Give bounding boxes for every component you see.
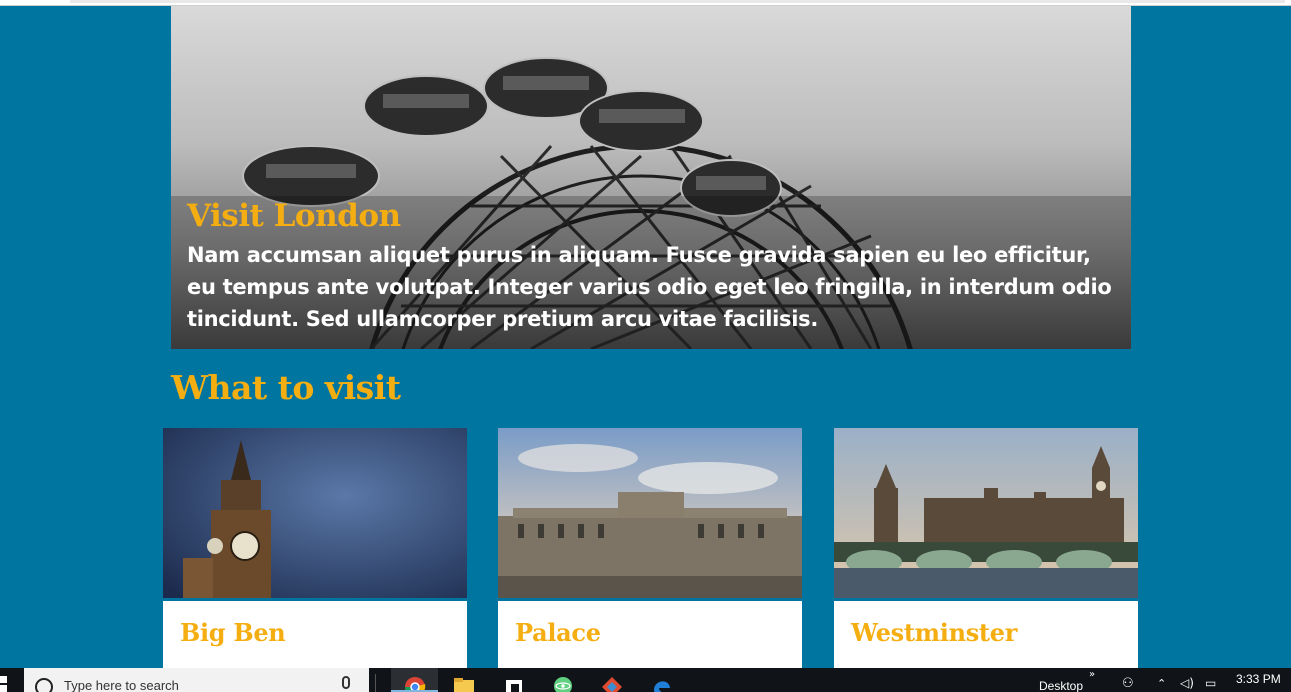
hero-banner: Visit London Nam accumsan aliquet purus … xyxy=(171,6,1131,349)
git-icon xyxy=(602,677,622,692)
big-ben-image xyxy=(163,428,467,598)
card-title[interactable]: Big Ben xyxy=(180,618,286,647)
card-palace[interactable]: Palace xyxy=(498,428,802,668)
microphone-icon[interactable] xyxy=(342,676,350,689)
chevron-right-double-icon[interactable]: » xyxy=(1089,669,1095,680)
westminster-image xyxy=(834,428,1138,598)
file-explorer-icon xyxy=(454,678,474,692)
volume-icon[interactable]: ◁) xyxy=(1180,676,1194,690)
card-westminster[interactable]: Westminster xyxy=(834,428,1138,668)
card-big-ben[interactable]: Big Ben xyxy=(163,428,467,668)
taskbar-search[interactable]: Type here to search xyxy=(24,668,369,692)
chrome-icon xyxy=(405,677,426,692)
start-button[interactable] xyxy=(0,668,24,692)
card-title[interactable]: Palace xyxy=(515,618,601,647)
taskbar-divider xyxy=(375,674,376,692)
taskbar: Type here to search Desktop » ⚇ ⌃ ◁) ▭ 3… xyxy=(0,668,1291,692)
git-app[interactable] xyxy=(588,668,635,692)
edge-app[interactable] xyxy=(638,668,685,692)
app-window[interactable] xyxy=(490,668,537,692)
app-icon xyxy=(506,680,522,692)
network-icon[interactable]: ▭ xyxy=(1205,676,1216,690)
clock[interactable]: 3:33 PM xyxy=(1236,672,1281,686)
card-title[interactable]: Westminster xyxy=(851,618,1017,647)
atom-icon xyxy=(554,677,572,692)
section-title: What to visit xyxy=(171,368,401,407)
people-icon[interactable]: ⚇ xyxy=(1122,676,1134,691)
search-placeholder: Type here to search xyxy=(64,678,179,692)
search-icon xyxy=(35,678,53,692)
edge-icon xyxy=(654,681,670,692)
hero-description: Nam accumsan aliquet purus in aliquam. F… xyxy=(187,243,1112,331)
hero-title: Visit London xyxy=(187,198,401,234)
palace-image xyxy=(498,428,802,598)
chevron-up-icon[interactable]: ⌃ xyxy=(1157,677,1166,690)
atom-app[interactable] xyxy=(539,668,586,692)
chrome-app[interactable] xyxy=(391,668,438,692)
desktop-toolbar-label[interactable]: Desktop xyxy=(1039,679,1083,692)
file-explorer-app[interactable] xyxy=(440,668,487,692)
